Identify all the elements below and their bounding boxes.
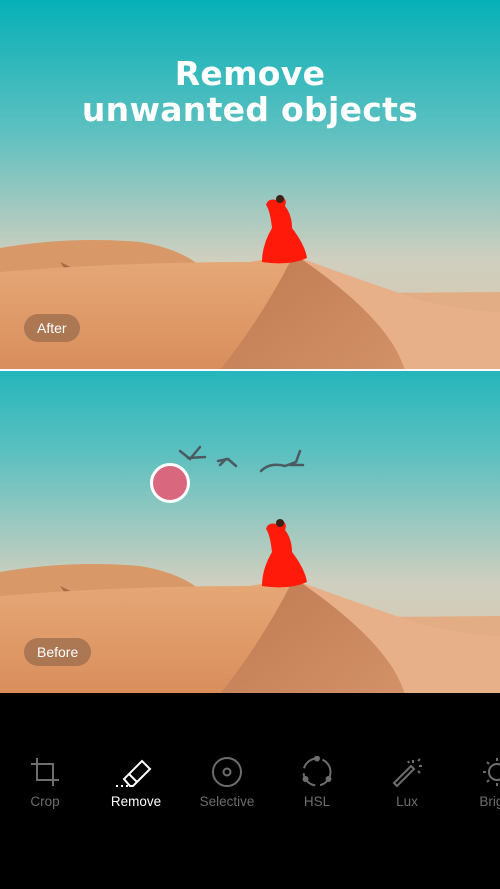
after-photo: Remove unwanted objects After <box>0 0 500 369</box>
tool-selective[interactable]: Selective <box>182 740 272 809</box>
hsl-icon <box>302 756 332 787</box>
headline: Remove unwanted objects <box>0 56 500 128</box>
headline-line-2: unwanted objects <box>81 90 419 129</box>
tool-label: Crop <box>30 794 60 809</box>
after-label: After <box>24 314 80 342</box>
headline-line-1: Remove <box>174 54 326 93</box>
tool-remove[interactable]: Remove <box>91 740 181 809</box>
brush-cursor[interactable] <box>150 463 190 503</box>
selective-icon <box>212 757 242 787</box>
sun-icon <box>483 758 500 786</box>
tool-crop[interactable]: Crop <box>0 740 90 809</box>
tool-label: Selective <box>199 794 255 809</box>
tool-hsl[interactable]: HSL <box>272 740 362 809</box>
tool-label: Lux <box>396 794 418 809</box>
tool-label: Bright <box>479 794 500 809</box>
magic-wand-icon <box>392 758 422 788</box>
crop-icon <box>31 758 59 786</box>
eraser-icon <box>116 759 152 787</box>
tool-bar: Crop Remove Selective HSL Lux Bright <box>0 740 500 830</box>
before-photo[interactable]: Before <box>0 371 500 693</box>
tool-label: Remove <box>110 794 162 809</box>
before-label: Before <box>24 638 92 666</box>
tool-label: HSL <box>303 794 331 809</box>
tool-brightness[interactable]: Bright <box>452 740 500 809</box>
tool-lux[interactable]: Lux <box>362 740 452 809</box>
